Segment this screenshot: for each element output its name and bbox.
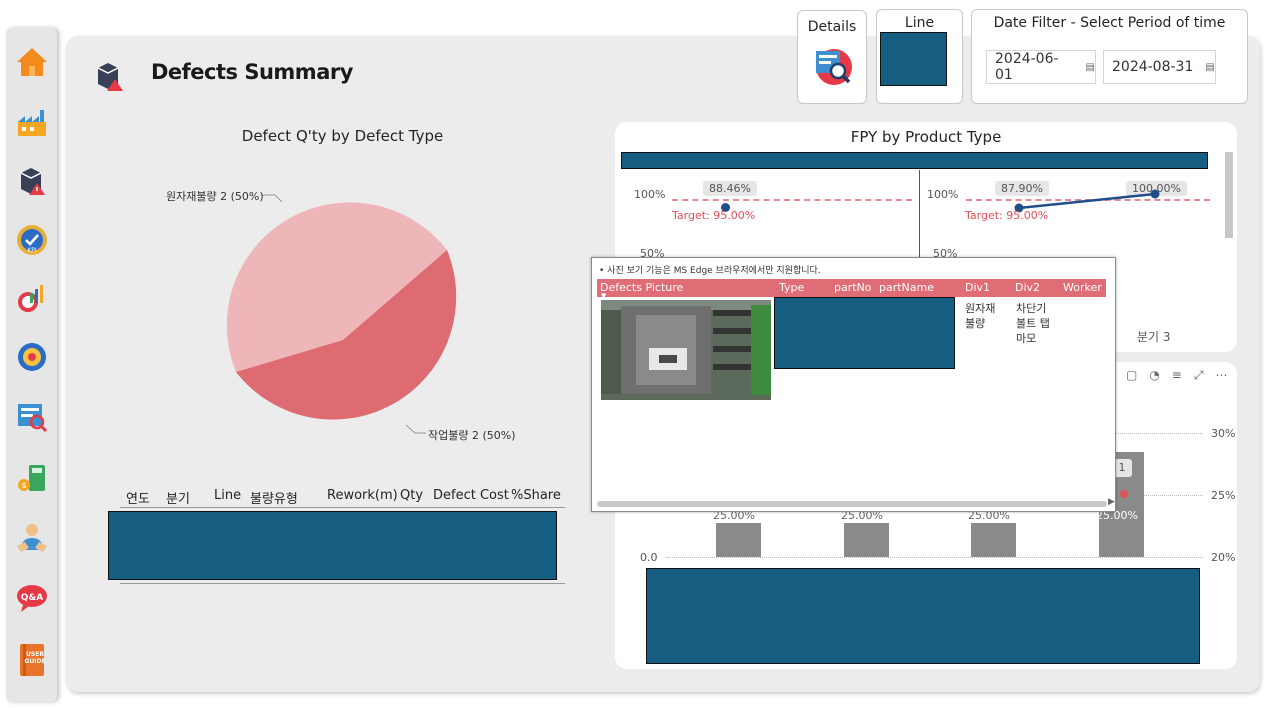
fpy-y-100-left: 100%	[634, 188, 666, 201]
inspection-icon[interactable]	[14, 399, 50, 435]
svg-text:$: $	[21, 481, 26, 490]
calendar-icon: ▤	[1085, 61, 1095, 73]
defect-photo	[601, 300, 771, 400]
bar-2[interactable]	[844, 523, 889, 557]
popup-col-type[interactable]: Type	[779, 281, 804, 294]
date-start-input[interactable]: 2024-06-01 ▤	[986, 50, 1096, 84]
factory-icon[interactable]	[14, 104, 50, 140]
fpy-value-left: 88.46%	[703, 181, 757, 196]
home-icon[interactable]	[14, 44, 50, 80]
fpy-target-label-left: Target: 95.00%	[672, 209, 756, 222]
sort-arrow-icon[interactable]: ▼	[601, 292, 606, 300]
table-body-redacted	[108, 511, 557, 580]
line-slicer[interactable]: Line	[876, 9, 963, 104]
popup-col-partname[interactable]: partName	[879, 281, 934, 294]
col-rework: Rework(m)	[327, 488, 398, 503]
fpy-x-label: 분기 3	[1137, 330, 1171, 344]
date-end-input[interactable]: 2024-08-31 ▤	[1103, 50, 1216, 84]
fpy-divider	[919, 170, 920, 260]
popup-col-picture[interactable]: Defects Picture	[600, 281, 683, 294]
productivity-icon[interactable]	[14, 280, 50, 316]
popup-notice: • 사진 보기 기능은 MS Edge 브라우저에서만 지원합니다.	[599, 266, 821, 276]
fpy-y-100-right: 100%	[927, 188, 959, 201]
visual-header-icons[interactable]: ▢◔≡⤢⋯	[1126, 368, 1239, 383]
axis-right-30: 30%	[1211, 427, 1236, 440]
fpy-legend-redacted	[621, 152, 1208, 169]
fpy-target-label-right: Target: 95.00%	[965, 209, 1049, 222]
cost-icon[interactable]: $	[14, 460, 50, 496]
axis-right-25: 25%	[1211, 489, 1236, 502]
bar-3[interactable]	[971, 523, 1016, 557]
kpi-icon[interactable]: KPI	[14, 222, 50, 258]
defects-icon[interactable]	[14, 163, 50, 199]
pie-leader-b	[405, 424, 426, 434]
details-icon	[812, 45, 854, 91]
svg-text:GUIDE: GUIDE	[24, 658, 45, 665]
table-footer-divider	[120, 583, 565, 584]
fpy-chart-title: FPY by Product Type	[850, 128, 1002, 146]
details-button[interactable]: Details	[797, 10, 867, 104]
col-quarter: 분기	[166, 492, 190, 507]
bar-1[interactable]	[716, 523, 761, 557]
popup-col-worker[interactable]: Worker	[1063, 281, 1102, 294]
axis-right-20: 20%	[1211, 551, 1236, 564]
pie-leader-a	[262, 194, 283, 203]
scroll-right-arrow-icon[interactable]: ▶	[1108, 497, 1115, 507]
popup-table-header: Defects Picture Type partNo partName Div…	[597, 279, 1106, 297]
date-end-value: 2024-08-31	[1112, 59, 1194, 75]
col-year: 연도	[126, 492, 150, 507]
worker-icon[interactable]	[14, 519, 50, 555]
gridline-20	[667, 557, 1203, 558]
col-qty: Qty	[400, 488, 424, 503]
popup-col-partno[interactable]: partNo	[834, 281, 872, 294]
pie-label-a: 원자재불량 2 (50%)	[166, 190, 264, 203]
date-filter-label: Date Filter - Select Period of time	[993, 15, 1226, 31]
popup-div2-value: 차단기 볼트 탭 마모	[1016, 302, 1050, 345]
user-guide-icon[interactable]: USER GUIDE	[14, 642, 50, 678]
col-defect-type: 불량유형	[250, 492, 298, 507]
popup-col-div2[interactable]: Div2	[1015, 281, 1040, 294]
settings-icon[interactable]	[14, 339, 50, 375]
svg-text:USER: USER	[26, 651, 44, 658]
axis-left-zero: 0.0	[640, 551, 658, 564]
share-point[interactable]	[1120, 490, 1128, 498]
fpy-point-right-b[interactable]	[1150, 189, 1160, 199]
popup-horizontal-scrollbar[interactable]	[597, 501, 1107, 507]
date-filter: Date Filter - Select Period of time 2024…	[971, 9, 1248, 104]
col-share: %Share	[511, 488, 561, 503]
popup-div1-value: 원자재 불량	[965, 302, 996, 330]
fpy-scrollbar[interactable]	[1225, 152, 1233, 238]
qa-icon[interactable]: Q&A	[14, 580, 50, 616]
details-label: Details	[807, 19, 857, 35]
fpy-target-line-left	[672, 199, 912, 201]
defects-picture-popup: • 사진 보기 기능은 MS Edge 브라우저에서만 지원합니다. Defec…	[591, 257, 1116, 512]
line-slicer-redacted	[880, 32, 947, 86]
col-defect-cost: Defect Cost	[433, 488, 509, 503]
popup-col-div1[interactable]: Div1	[965, 281, 990, 294]
pie-label-b: 작업불량 2 (50%)	[428, 429, 516, 442]
date-start-value: 2024-06-01	[995, 51, 1059, 83]
defects-summary-icon	[94, 60, 128, 98]
table-header: 연도 분기 Line 불량유형 Rework(m) Qty Defect Cos…	[120, 488, 565, 508]
table-header-divider	[120, 507, 565, 508]
sidebar: KPI $ Q&A USER GUIDE	[6, 28, 57, 702]
calendar-icon: ▤	[1205, 61, 1215, 73]
lower-legend-redacted	[646, 568, 1200, 664]
page-title: Defects Summary	[151, 60, 353, 84]
col-line: Line	[214, 488, 242, 503]
popup-row-redacted	[774, 297, 955, 369]
line-label: Line	[904, 15, 935, 31]
svg-text:KPI: KPI	[27, 247, 37, 254]
pie-chart-title: Defect Q'ty by Defect Type	[241, 127, 444, 145]
svg-text:Q&A: Q&A	[21, 593, 43, 603]
